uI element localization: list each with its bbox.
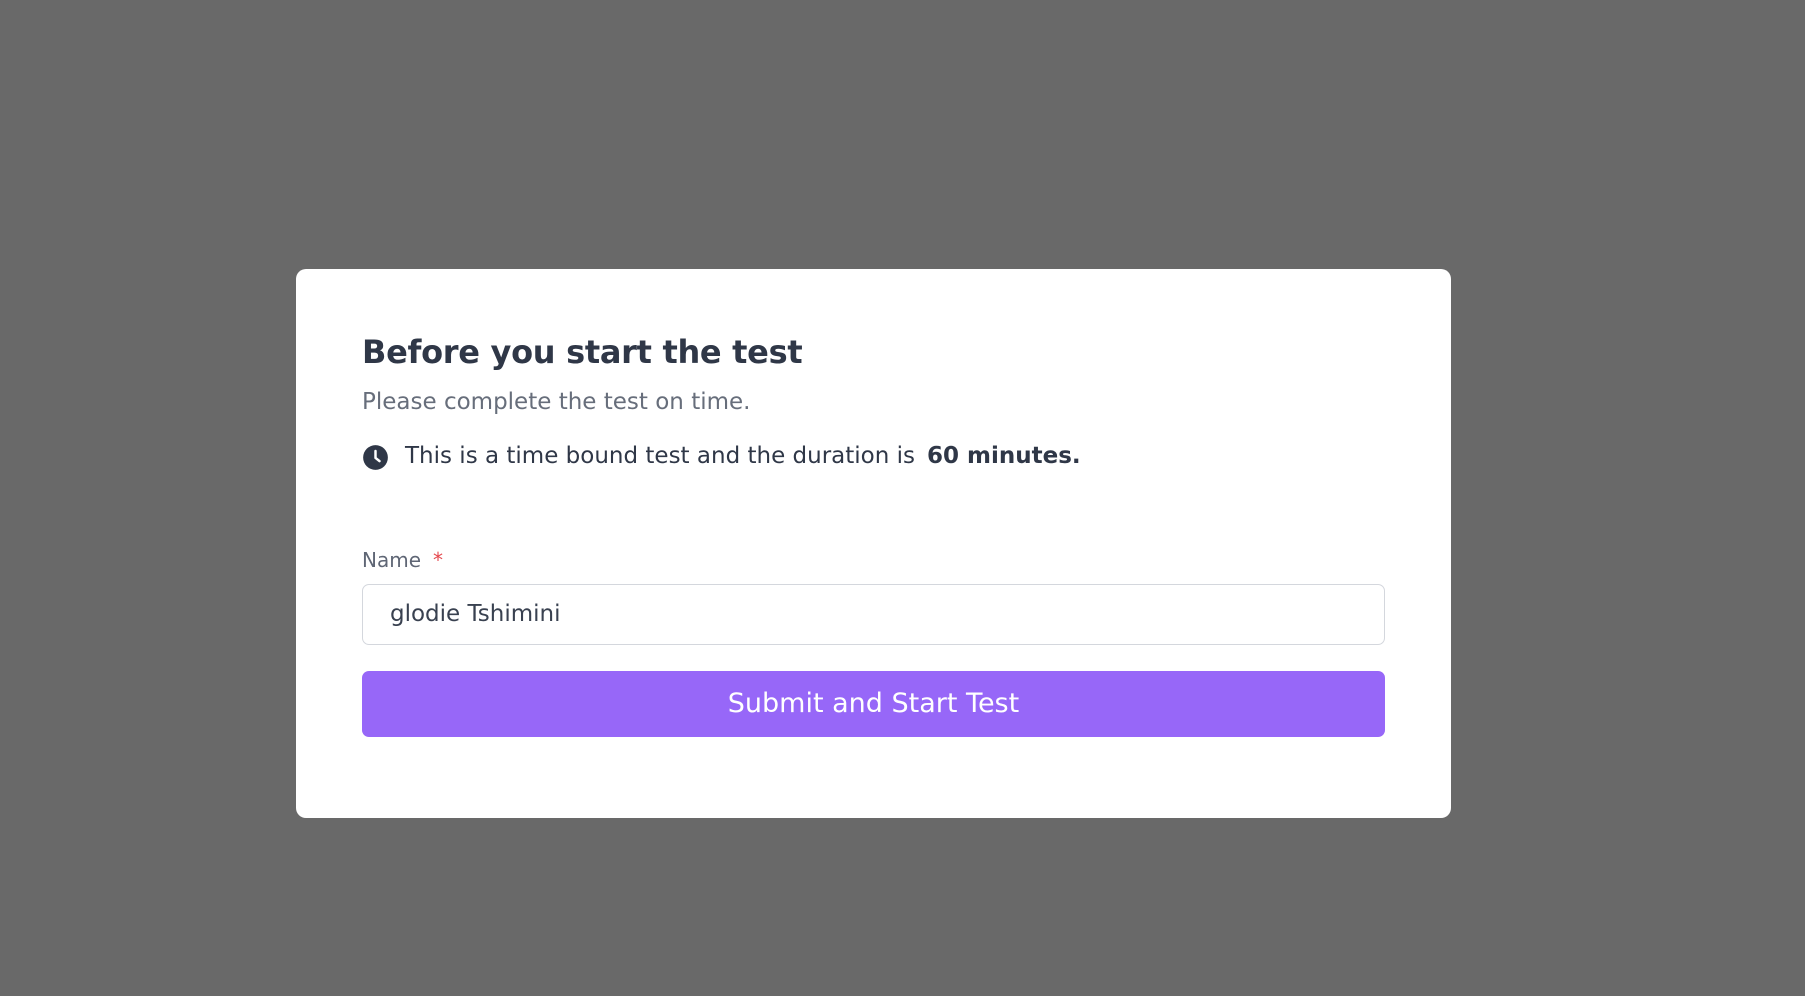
name-field-label: Name * xyxy=(362,548,1385,572)
required-marker: * xyxy=(433,547,444,572)
start-test-dialog: Before you start the test Please complet… xyxy=(296,269,1451,818)
dialog-title: Before you start the test xyxy=(362,333,803,371)
duration-notice: This is a time bound test and the durati… xyxy=(362,442,1385,472)
name-input[interactable] xyxy=(362,583,1385,645)
submit-and-start-test-button[interactable]: Submit and Start Test xyxy=(362,670,1385,737)
duration-text: This is a time bound test and the durati… xyxy=(405,443,915,470)
dialog-subtitle: Please complete the test on time. xyxy=(362,389,751,416)
name-label: Name xyxy=(362,547,422,572)
duration-value: 60 minutes. xyxy=(927,443,1081,470)
clock-icon xyxy=(363,444,388,470)
